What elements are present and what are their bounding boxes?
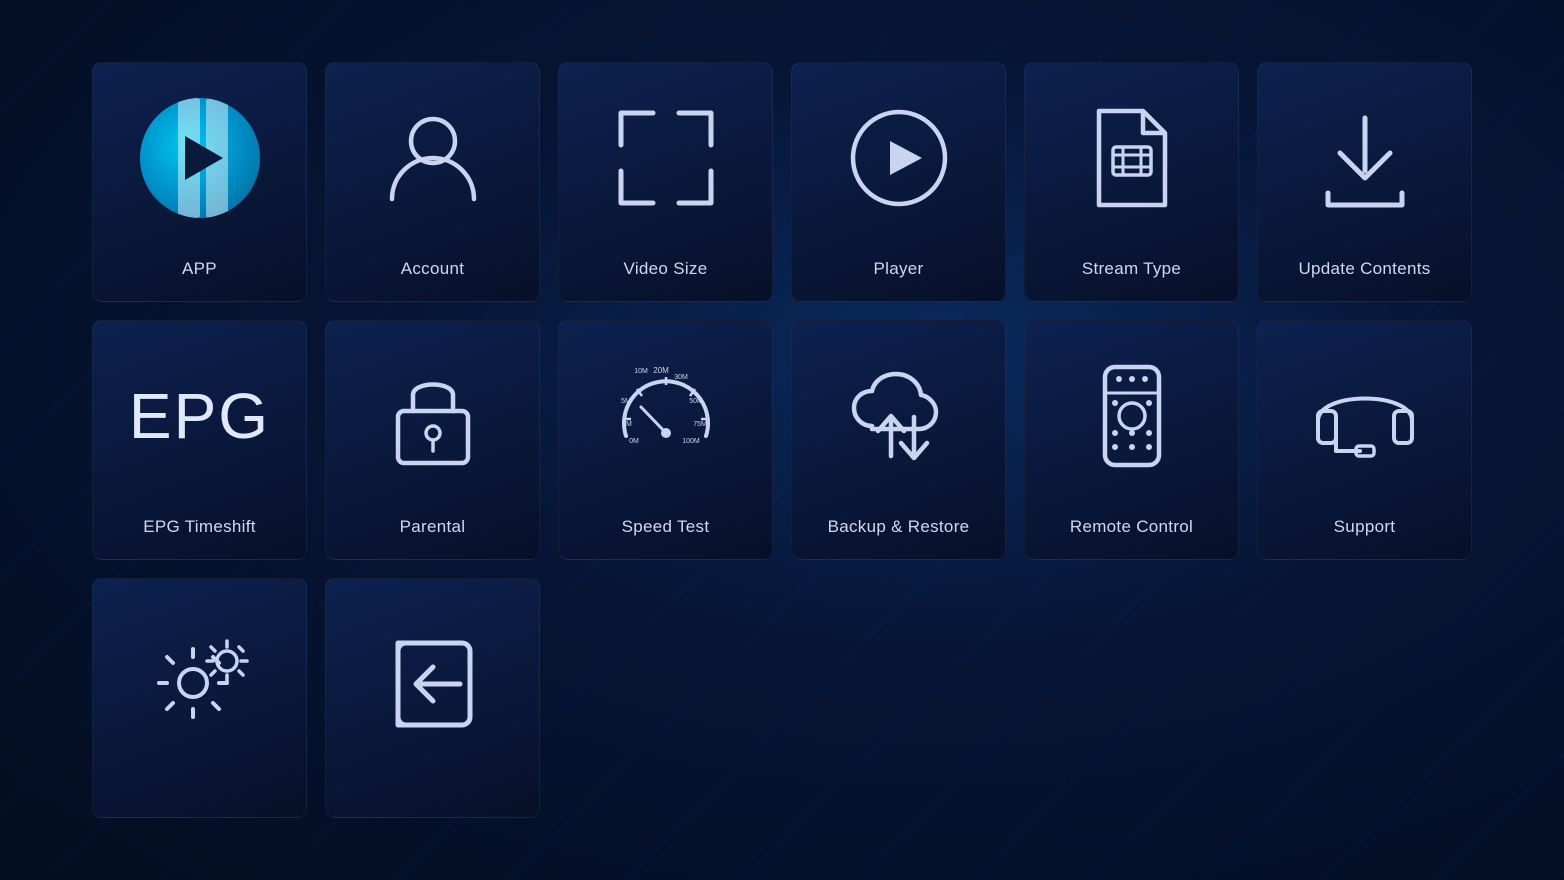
tile-video-size-label: Video Size	[624, 259, 708, 279]
tile-backup-restore-label: Backup & Restore	[828, 517, 970, 537]
svg-text:1M: 1M	[622, 421, 632, 428]
tile-player[interactable]: Player	[791, 62, 1006, 302]
settings-icon	[93, 579, 306, 789]
tile-stream-type-label: Stream Type	[1082, 259, 1181, 279]
tile-parental-label: Parental	[400, 517, 466, 537]
tile-empty-3	[1024, 578, 1239, 818]
player-icon	[792, 63, 1005, 253]
video-size-icon	[559, 63, 772, 253]
tile-video-size[interactable]: Video Size	[558, 62, 773, 302]
logout-icon	[326, 579, 539, 789]
tile-empty-4	[1257, 578, 1472, 818]
speed-test-icon: 20M 30M 50M 75M 100M 10M 5M 1M 0M	[559, 321, 772, 511]
account-icon	[326, 63, 539, 253]
tile-speed-test[interactable]: 20M 30M 50M 75M 100M 10M 5M 1M 0M Speed …	[558, 320, 773, 560]
tile-update-contents[interactable]: Update Contents	[1257, 62, 1472, 302]
svg-text:75M: 75M	[693, 421, 707, 428]
tile-remote-control[interactable]: Remote Control	[1024, 320, 1239, 560]
tile-empty-1	[558, 578, 773, 818]
svg-text:50M: 50M	[689, 398, 703, 405]
tile-update-contents-label: Update Contents	[1298, 259, 1430, 279]
tile-account-label: Account	[401, 259, 465, 279]
tile-support[interactable]: Support	[1257, 320, 1472, 560]
tile-epg-timeshift-label: EPG Timeshift	[143, 517, 256, 537]
tile-account[interactable]: Account	[325, 62, 540, 302]
svg-text:100M: 100M	[682, 438, 700, 445]
tile-speed-test-label: Speed Test	[622, 517, 710, 537]
tile-stream-type[interactable]: Stream Type	[1024, 62, 1239, 302]
tile-support-label: Support	[1334, 517, 1396, 537]
tile-empty-2	[791, 578, 1006, 818]
tile-player-label: Player	[874, 259, 924, 279]
tile-backup-restore[interactable]: Backup & Restore	[791, 320, 1006, 560]
parental-icon	[326, 321, 539, 511]
app-icon	[93, 63, 306, 253]
svg-text:30M: 30M	[674, 374, 688, 381]
tile-app-label: APP	[182, 259, 217, 279]
support-icon	[1258, 321, 1471, 511]
settings-grid: APP Account Video Size	[62, 32, 1502, 848]
svg-text:10M: 10M	[634, 368, 648, 375]
update-contents-icon	[1258, 63, 1471, 253]
tile-parental[interactable]: Parental	[325, 320, 540, 560]
backup-restore-icon	[792, 321, 1005, 511]
remote-control-icon	[1025, 321, 1238, 511]
stream-type-icon	[1025, 63, 1238, 253]
svg-text:5M: 5M	[621, 398, 631, 405]
svg-text:0M: 0M	[629, 438, 639, 445]
epg-timeshift-icon: EPG	[93, 321, 306, 511]
svg-text:20M: 20M	[653, 366, 669, 375]
tile-epg-timeshift[interactable]: EPG EPG Timeshift	[92, 320, 307, 560]
tile-app[interactable]: APP	[92, 62, 307, 302]
tile-remote-control-label: Remote Control	[1070, 517, 1193, 537]
tile-settings[interactable]	[92, 578, 307, 818]
tile-logout[interactable]	[325, 578, 540, 818]
